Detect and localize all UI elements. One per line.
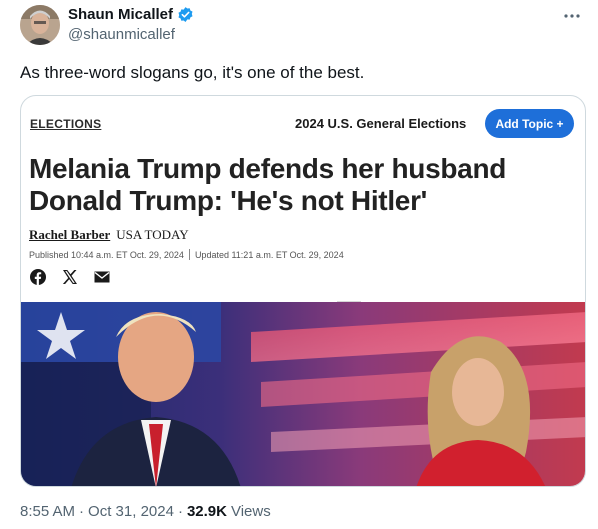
article-card[interactable]: ELECTIONS 2024 U.S. General Elections Ad… <box>20 95 586 487</box>
meta-separator: · <box>79 503 85 520</box>
tweet-date[interactable]: Oct 31, 2024 <box>88 503 174 520</box>
publisher-name: USA TODAY <box>116 227 189 242</box>
date-divider <box>188 249 190 260</box>
views-label: Views <box>230 503 271 520</box>
facebook-icon[interactable] <box>29 268 47 286</box>
updated-date: Updated 11:21 a.m. ET Oct. 29, 2024 <box>194 249 344 260</box>
section-title[interactable]: 2024 U.S. General Elections <box>295 116 466 131</box>
byline: Rachel Barber USA TODAY <box>29 227 189 243</box>
verified-icon <box>177 6 194 23</box>
article-photo[interactable] <box>21 302 585 486</box>
add-topic-button[interactable]: Add Topic + <box>485 109 574 138</box>
share-row <box>29 268 111 286</box>
author-name-row[interactable]: Shaun Micallef <box>68 6 194 23</box>
more-options-icon[interactable] <box>562 6 582 26</box>
author-name[interactable]: Shaun Micallef <box>68 6 173 23</box>
views-count[interactable]: 32.9K <box>187 503 227 520</box>
article-author[interactable]: Rachel Barber <box>29 227 110 243</box>
article-dates: Published 10:44 a.m. ET Oct. 29, 2024 Up… <box>29 249 344 260</box>
article-headline[interactable]: Melania Trump defends her husband Donald… <box>29 153 577 217</box>
section-link[interactable]: ELECTIONS <box>30 117 101 131</box>
tweet: Shaun Micallef @shaunmicallef As three-w… <box>0 0 598 529</box>
author-handle[interactable]: @shaunmicallef <box>68 26 175 43</box>
tweet-meta: 8:55 AM · Oct 31, 2024 · 32.9K Views <box>20 503 271 520</box>
published-date: Published 10:44 a.m. ET Oct. 29, 2024 <box>29 249 184 260</box>
tweet-time[interactable]: 8:55 AM <box>20 503 75 520</box>
x-icon[interactable] <box>61 268 79 286</box>
avatar[interactable] <box>20 5 60 45</box>
meta-separator-2: · <box>177 503 183 520</box>
tweet-text: As three-word slogans go, it's one of th… <box>20 63 365 82</box>
email-icon[interactable] <box>93 268 111 286</box>
